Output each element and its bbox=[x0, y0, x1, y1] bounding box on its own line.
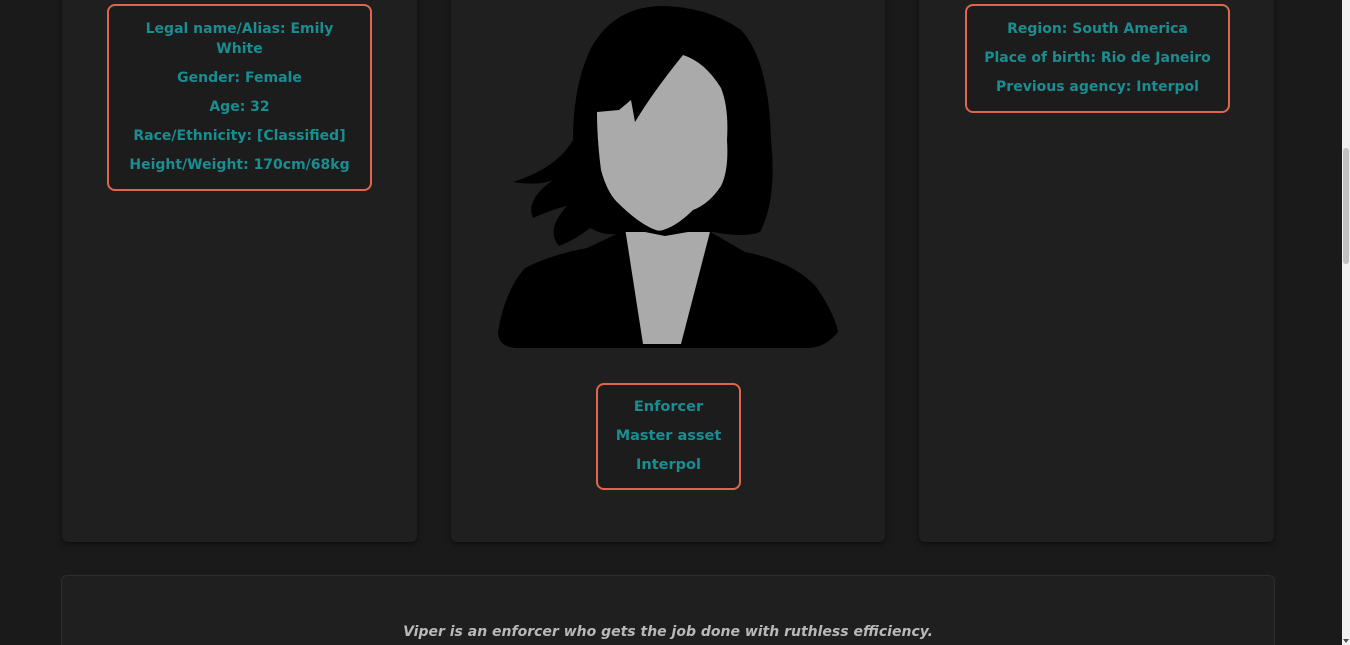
roles-box: Enforcer Master asset Interpol bbox=[596, 383, 741, 490]
scrollbar-thumb[interactable] bbox=[1343, 148, 1349, 264]
personal-details-box: Legal name/Alias: Emily White Gender: Fe… bbox=[107, 4, 372, 191]
female-silhouette-avatar-icon bbox=[498, 6, 838, 348]
role-master-asset: Master asset bbox=[615, 428, 722, 444]
gender-text: Gender: Female bbox=[177, 70, 302, 86]
bio-text: Viper is an enforcer who gets the job do… bbox=[403, 624, 933, 640]
vertical-scrollbar[interactable] bbox=[1342, 0, 1350, 645]
scroll-down-arrow-icon[interactable] bbox=[1343, 639, 1349, 643]
bio-panel: Viper is an enforcer who gets the job do… bbox=[61, 575, 1275, 645]
region-text: Region: South America bbox=[1007, 21, 1188, 37]
legal-name-text: Legal name/Alias: Emily White bbox=[145, 21, 334, 57]
previous-agency-text: Previous agency: Interpol bbox=[996, 79, 1199, 95]
age-text: Age: 32 bbox=[209, 99, 270, 115]
profile-page: Legal name/Alias: Emily White Gender: Fe… bbox=[0, 0, 1350, 645]
race-ethnicity-text: Race/Ethnicity: [Classified] bbox=[133, 128, 346, 144]
origin-details-box: Region: South America Place of birth: Ri… bbox=[965, 4, 1230, 113]
place-of-birth-text: Place of birth: Rio de Janeiro bbox=[984, 50, 1211, 66]
role-interpol: Interpol bbox=[636, 457, 701, 473]
role-enforcer: Enforcer bbox=[633, 399, 704, 415]
height-weight-text: Height/Weight: 170cm/68kg bbox=[129, 157, 350, 173]
